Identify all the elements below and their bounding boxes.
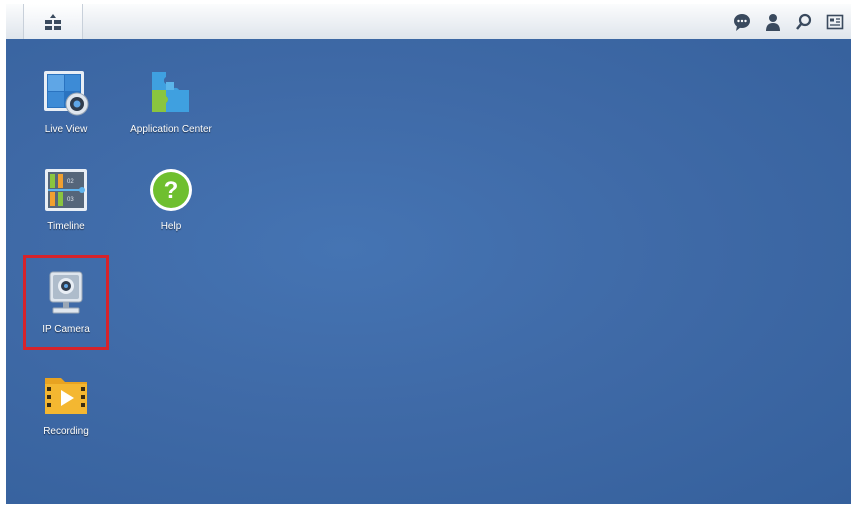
svg-text:?: ? xyxy=(164,177,179,204)
desktop-icon-help[interactable]: ? Help xyxy=(126,165,216,232)
window-frame: Live View Application Center 02 03 Timel… xyxy=(6,4,851,504)
search-icon[interactable] xyxy=(794,12,814,32)
timeline-icon: 02 03 xyxy=(45,169,87,211)
recording-icon xyxy=(45,378,87,414)
puzzle-icon xyxy=(152,72,189,112)
desktop: Live View Application Center 02 03 Timel… xyxy=(6,39,851,504)
desktop-icon-recording[interactable]: Recording xyxy=(21,370,111,437)
svg-text:03: 03 xyxy=(67,197,74,203)
taskbar xyxy=(6,4,851,40)
user-icon[interactable] xyxy=(763,12,783,32)
desktop-icon-timeline[interactable]: 02 03 Timeline xyxy=(21,165,111,232)
help-icon: ? xyxy=(150,169,192,211)
chat-icon[interactable] xyxy=(732,12,752,32)
desktop-icon-label: Application Center xyxy=(130,124,212,135)
system-tray xyxy=(732,4,845,39)
live-view-icon xyxy=(44,71,89,116)
desktop-icon-label: Recording xyxy=(43,426,89,437)
desktop-icon-label: Timeline xyxy=(47,221,85,232)
main-menu-button[interactable] xyxy=(23,4,83,39)
desktop-icon-label: Live View xyxy=(44,124,88,135)
desktop-icon-application-center[interactable]: Application Center xyxy=(126,68,216,135)
highlight-box xyxy=(23,255,109,350)
widgets-icon[interactable] xyxy=(825,12,845,32)
desktop-icon-label: Help xyxy=(160,221,182,232)
svg-text:02: 02 xyxy=(67,179,74,185)
desktop-icon-live-view[interactable]: Live View xyxy=(21,68,111,135)
main-menu-icon xyxy=(45,13,61,30)
